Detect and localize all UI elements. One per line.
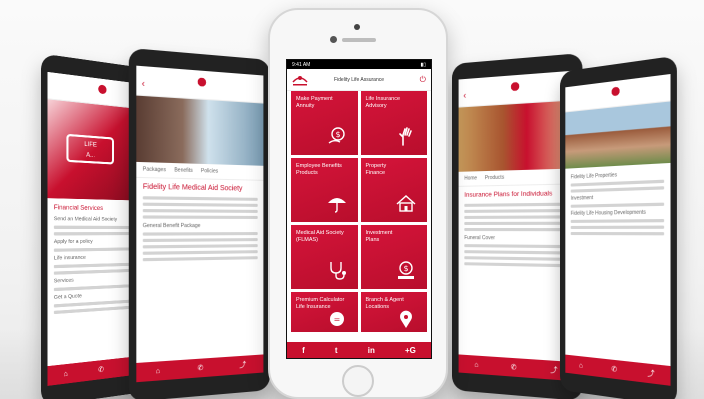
phone-far-right: Fidelity Life Properties Investment Fide… xyxy=(560,55,677,399)
tab-benefits[interactable]: Benefits xyxy=(174,167,193,174)
list-item[interactable]: Investment xyxy=(571,193,664,202)
social-bar: f t in +G xyxy=(287,342,431,358)
home-button[interactable] xyxy=(342,365,374,397)
phone-icon[interactable]: ✆ xyxy=(198,364,204,373)
svg-text:$: $ xyxy=(403,264,408,273)
home-icon[interactable]: ⌂ xyxy=(579,362,583,370)
tile-grid: Make Payment Annuity $ Life Insurance Ad… xyxy=(291,91,427,332)
page-title: Fidelity Life Medical Aid Society xyxy=(142,183,243,193)
money-hand-icon: $ xyxy=(328,127,345,144)
google-plus-icon[interactable]: +G xyxy=(405,346,416,355)
battery-icon: ▮▯ xyxy=(420,61,426,68)
back-arrow-icon[interactable]: ‹ xyxy=(463,90,466,100)
keyboard-key-icon: LIFE A... xyxy=(66,133,114,165)
hero-image xyxy=(565,101,671,169)
tile-label: Life Insurance Advisory xyxy=(365,96,401,109)
tile-label: Property Finance xyxy=(365,163,387,176)
list-item[interactable]: Fidelity Life Housing Developments xyxy=(571,209,664,216)
power-icon[interactable]: ⏻ xyxy=(420,75,426,85)
brand-logo-icon xyxy=(292,76,308,86)
tab-home[interactable]: Home xyxy=(464,175,477,181)
header-title: Fidelity Life Assurance xyxy=(333,76,385,83)
tile-label: Make Payment Annuity xyxy=(296,96,333,109)
share-icon[interactable]: ⤴ xyxy=(550,365,557,376)
brand-logo-icon xyxy=(192,76,211,88)
phone-left-mid: ‹ Packages Benefits Policies Fidelity Li… xyxy=(128,47,270,399)
tile-employee-benefits[interactable]: Employee Benefits Products xyxy=(291,158,358,222)
tile-property[interactable]: Property Finance xyxy=(360,158,427,222)
center-iphone: 9:41 AM ▮▯ Fidelity Life Assurance ⏻ Mak… xyxy=(268,8,448,399)
tab-policies[interactable]: Policies xyxy=(201,168,218,175)
calculator-icon: = xyxy=(329,312,344,326)
page-title: Insurance Plans for Individuals xyxy=(464,190,553,199)
share-icon[interactable]: ⤴ xyxy=(239,360,246,371)
hand-icon xyxy=(399,127,412,146)
facebook-icon[interactable]: f xyxy=(302,346,305,355)
phone-far-right-screen: Fidelity Life Properties Investment Fide… xyxy=(565,73,671,386)
tile-label: Medical Aid Society (FLMAS) xyxy=(296,230,344,243)
sensor-icon xyxy=(330,36,337,43)
tile-investment[interactable]: Investment Plans $ xyxy=(360,225,427,289)
back-arrow-icon[interactable]: ‹ xyxy=(142,78,145,89)
home-icon[interactable]: ⌂ xyxy=(474,361,478,368)
house-icon xyxy=(396,194,416,212)
phone-left-mid-screen: ‹ Packages Benefits Policies Fidelity Li… xyxy=(136,65,264,383)
brand-logo-icon xyxy=(606,85,625,98)
phone-icon[interactable]: ✆ xyxy=(611,365,617,374)
stethoscope-icon xyxy=(329,262,346,280)
svg-text:$: $ xyxy=(335,130,340,139)
phone-icon[interactable]: ✆ xyxy=(98,365,104,374)
location-icon xyxy=(400,310,412,328)
twitter-icon[interactable]: t xyxy=(335,346,338,355)
brand-logo-icon xyxy=(93,83,112,96)
status-time: 9:41 AM xyxy=(292,61,311,68)
bottom-nav: ⌂ ✆ ⤴ xyxy=(458,354,575,382)
status-bar: 9:41 AM ▮▯ xyxy=(287,60,431,69)
hero-image xyxy=(458,100,575,172)
tile-label: Employee Benefits Products xyxy=(296,163,342,176)
app-header: Fidelity Life Assurance ⏻ xyxy=(287,69,431,91)
tile-premium-calculator[interactable]: Premium Calculator Life Insurance = xyxy=(291,292,358,332)
umbrella-icon xyxy=(327,198,346,213)
share-icon[interactable]: ⤴ xyxy=(647,368,654,380)
center-screen: 9:41 AM ▮▯ Fidelity Life Assurance ⏻ Mak… xyxy=(286,59,432,359)
tile-medical-aid[interactable]: Medical Aid Society (FLMAS) xyxy=(291,225,358,289)
bottom-nav: ⌂ ✆ ⤴ xyxy=(136,354,264,383)
front-camera-icon xyxy=(354,24,360,30)
tile-branch-locations[interactable]: Branch & Agent Locations xyxy=(360,292,427,332)
hero-image xyxy=(136,95,264,166)
tab-packages[interactable]: Packages xyxy=(143,166,166,173)
svg-text:=: = xyxy=(333,315,340,324)
section-heading: Funeral Cover xyxy=(464,235,495,242)
tile-label: Investment Plans xyxy=(365,230,393,243)
tile-life-insurance[interactable]: Life Insurance Advisory xyxy=(360,91,427,155)
phone-icon[interactable]: ✆ xyxy=(511,363,517,372)
list-item[interactable]: Fidelity Life Properties xyxy=(571,170,664,180)
phone-right-mid-screen: ‹ Home Products Insurance Plans for Indi… xyxy=(458,70,575,382)
brand-logo-icon xyxy=(506,80,525,93)
bottom-nav: ⌂ ✆ ⤴ xyxy=(565,354,671,386)
linkedin-icon[interactable]: in xyxy=(368,346,375,355)
home-icon[interactable]: ⌂ xyxy=(63,370,67,378)
tile-make-payment[interactable]: Make Payment Annuity $ xyxy=(291,91,358,155)
money-stack-icon: $ xyxy=(398,261,414,279)
home-icon[interactable]: ⌂ xyxy=(156,367,160,375)
tab-products[interactable]: Products xyxy=(485,175,504,182)
earpiece-speaker xyxy=(342,38,376,42)
section-heading: General Benefit Package xyxy=(142,222,201,230)
